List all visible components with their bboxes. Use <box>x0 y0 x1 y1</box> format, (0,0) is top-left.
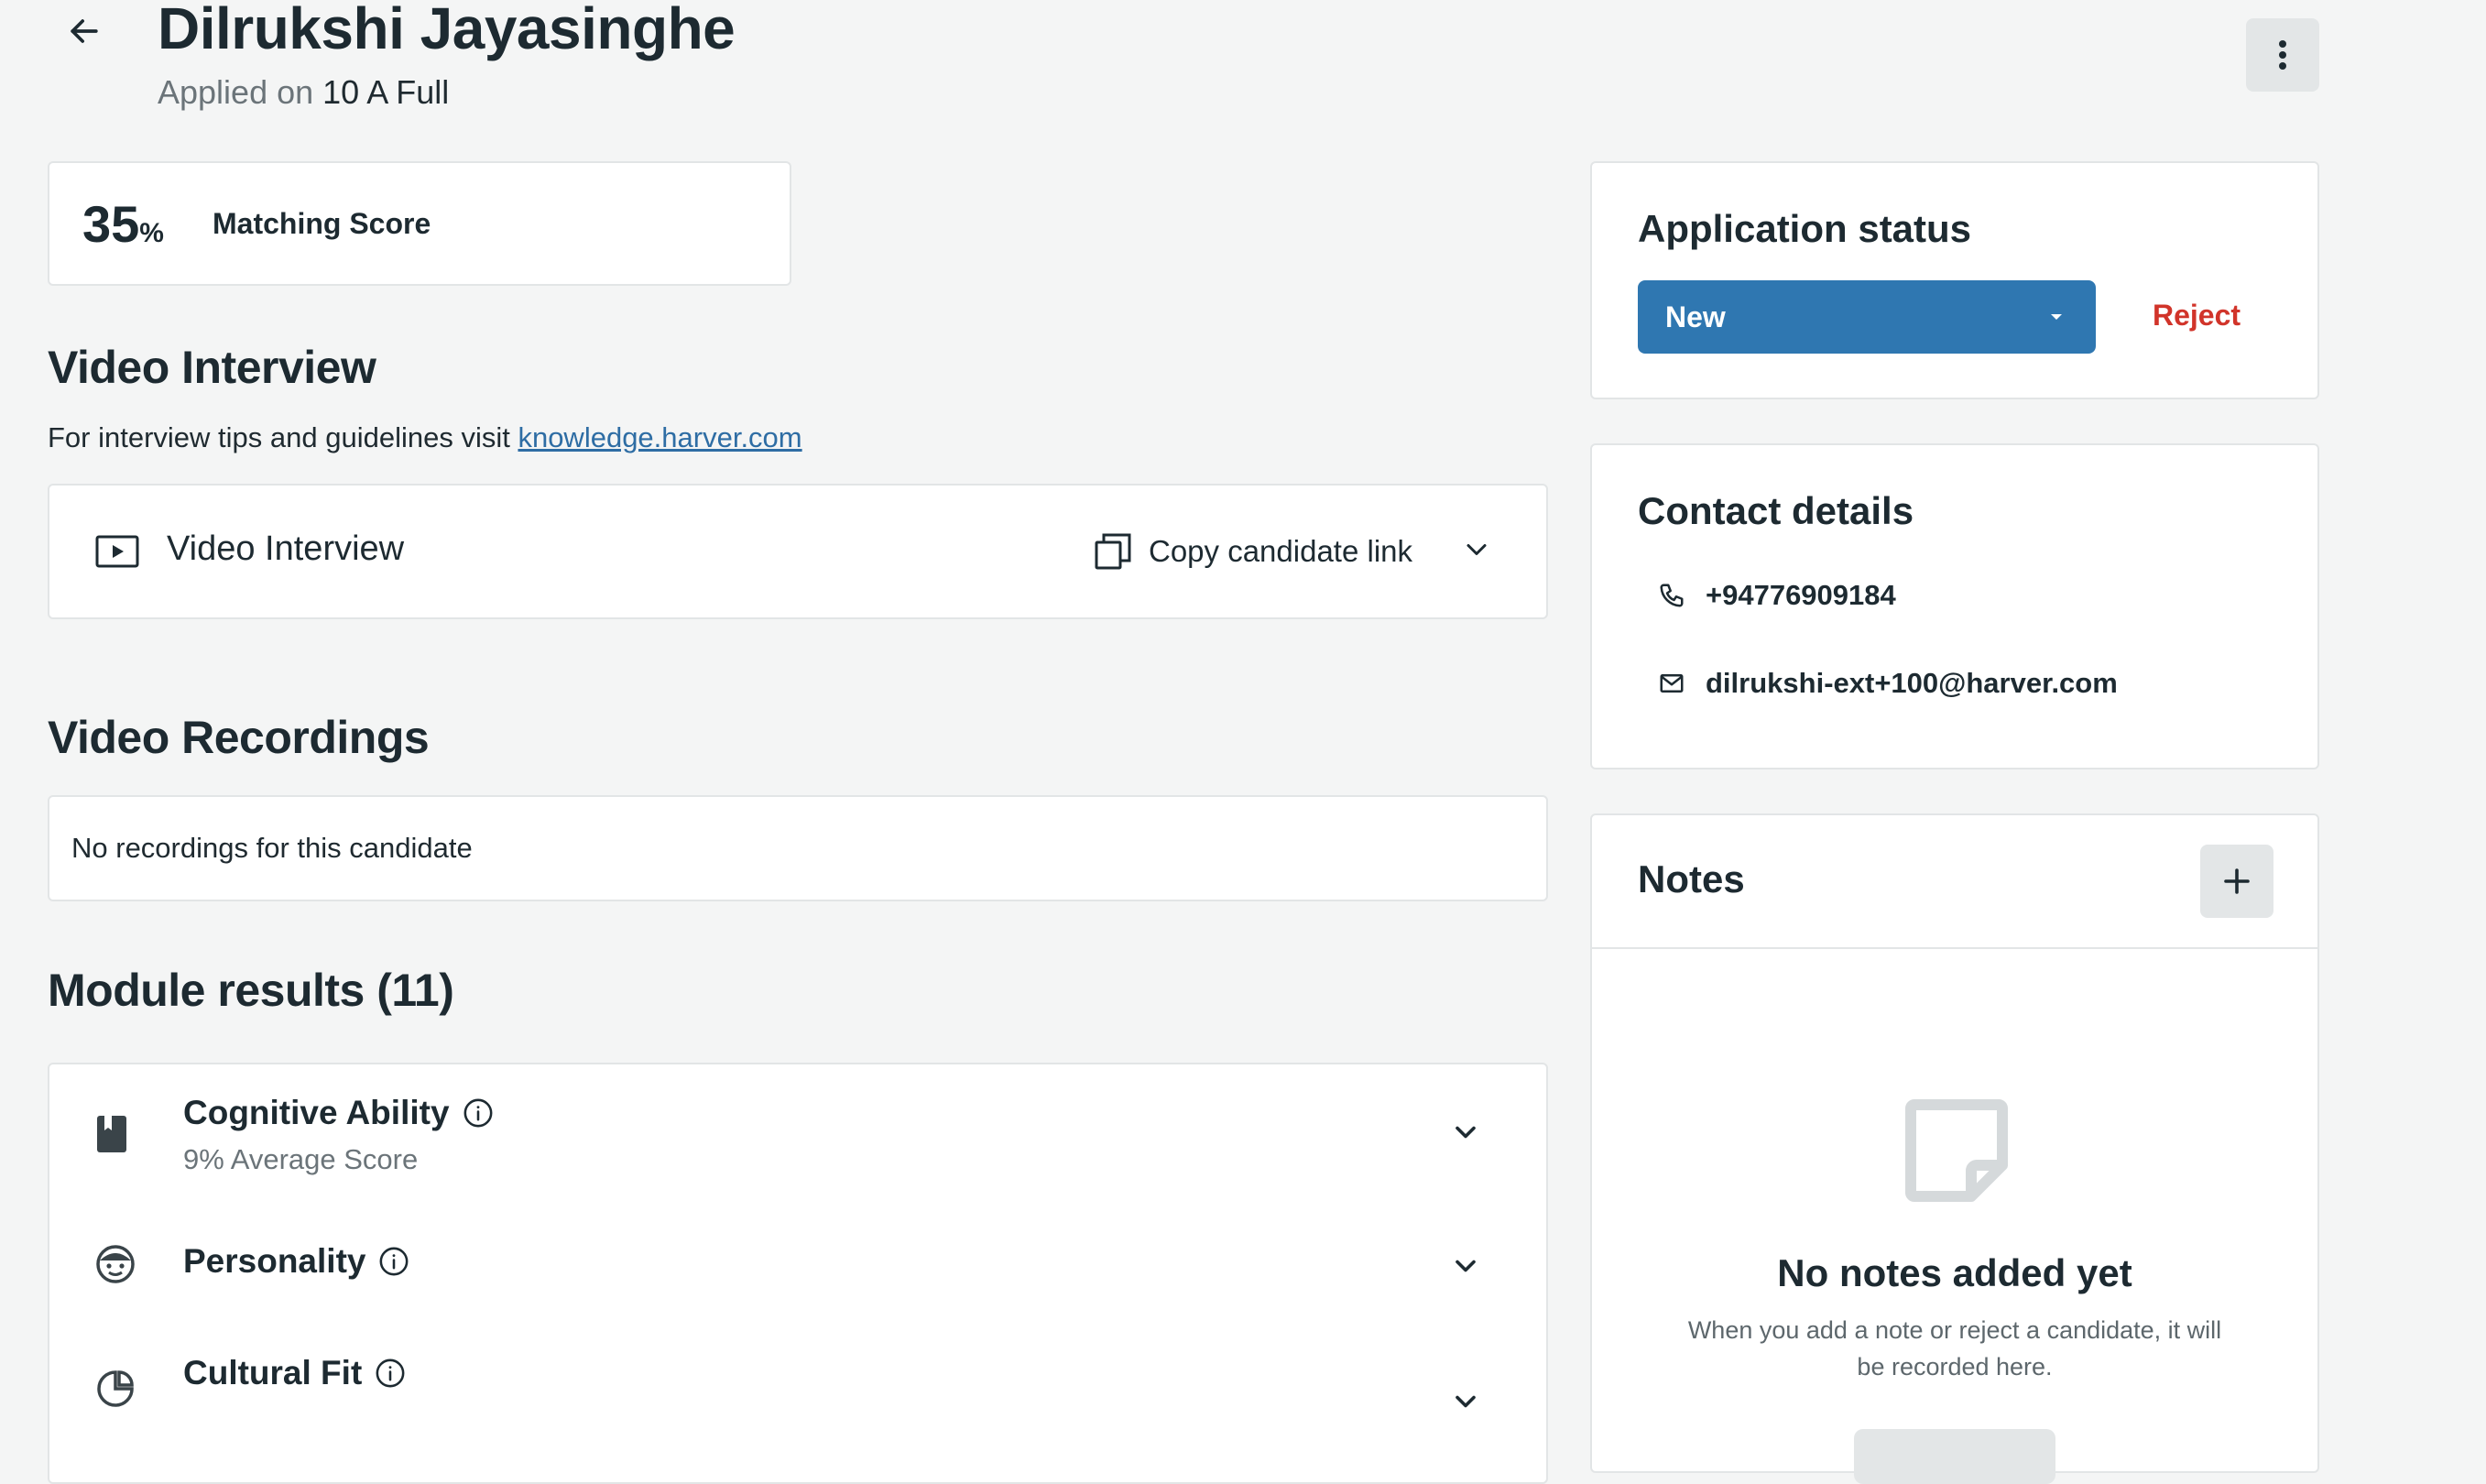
book-icon <box>95 1114 128 1154</box>
reject-button[interactable]: Reject <box>2153 299 2241 333</box>
add-note-button[interactable] <box>2200 845 2273 918</box>
status-dropdown[interactable]: New <box>1638 280 2096 354</box>
module-name-label: Personality <box>183 1242 366 1280</box>
copy-candidate-link-button[interactable]: Copy candidate link <box>1094 522 1412 581</box>
contact-details-card: Contact details +94776909184 dilrukshi-e… <box>1590 443 2319 769</box>
plus-icon <box>2220 865 2253 898</box>
module-row-cognitive-ability[interactable]: Cognitive Ability 9% Average Score <box>49 1064 1546 1202</box>
matching-score-card: 35% Matching Score <box>48 161 791 286</box>
video-interview-label: Video Interview <box>167 529 405 568</box>
kebab-menu-icon <box>2277 38 2288 71</box>
candidate-name: Dilrukshi Jayasinghe <box>158 0 736 61</box>
notes-title: Notes <box>1638 857 1745 900</box>
contact-details-title: Contact details <box>1638 489 1914 532</box>
score-number: 35 <box>82 195 140 253</box>
email-address: dilrukshi-ext+100@harver.com <box>1706 667 2118 699</box>
knowledge-base-link[interactable]: knowledge.harver.com <box>518 421 801 453</box>
module-results-heading: Module results (11) <box>48 965 454 1016</box>
module-name-label: Cognitive Ability <box>183 1094 450 1131</box>
video-interview-heading: Video Interview <box>48 342 376 393</box>
score-unit: % <box>139 218 164 248</box>
interview-tips-text: For interview tips and guidelines visit … <box>48 421 802 454</box>
module-results-card: Cognitive Ability 9% Average Score Perso… <box>48 1063 1548 1484</box>
play-video-icon <box>95 533 139 570</box>
tips-text: For interview tips and guidelines visit <box>48 421 518 453</box>
info-icon[interactable] <box>463 1097 494 1129</box>
application-status-title: Application status <box>1638 207 1972 250</box>
matching-score-label: Matching Score <box>213 207 431 240</box>
back-arrow-icon[interactable] <box>60 7 108 55</box>
matching-score-value: 35% <box>82 194 164 254</box>
chevron-down-icon[interactable] <box>1449 1249 1482 1282</box>
no-notes-title: No notes added yet <box>1777 1251 2132 1294</box>
more-options-button[interactable] <box>2246 18 2319 92</box>
module-name: Personality <box>183 1242 409 1281</box>
cultural-fit-icon <box>95 1369 136 1409</box>
no-notes-description: When you add a note or reject a candidat… <box>1687 1316 2222 1380</box>
mail-icon <box>1658 670 1685 697</box>
chevron-down-icon[interactable] <box>1460 533 1493 566</box>
applied-on-text: Applied on 10 A Full <box>158 73 449 112</box>
notes-card: Notes No notes added yet When you add a … <box>1590 813 2319 1484</box>
module-subtitle: 9% Average Score <box>183 1143 419 1175</box>
info-icon[interactable] <box>375 1358 406 1389</box>
module-name: Cultural Fit <box>183 1354 406 1392</box>
module-name-label: Cultural Fit <box>183 1354 363 1391</box>
no-recordings-text: No recordings for this candidate <box>71 832 473 864</box>
phone-icon <box>1658 582 1685 609</box>
video-recordings-card: No recordings for this candidate <box>48 795 1548 901</box>
chevron-down-icon[interactable] <box>1449 1116 1482 1149</box>
application-status-card: Application status New Reject <box>1590 161 2319 399</box>
smiley-face-icon <box>95 1244 136 1284</box>
video-recordings-heading: Video Recordings <box>48 712 430 763</box>
module-row-cultural-fit[interactable]: Cultural Fit <box>49 1330 1546 1468</box>
caret-down-icon <box>2048 311 2065 322</box>
contact-phone[interactable]: +94776909184 <box>1658 579 1896 612</box>
chevron-down-icon[interactable] <box>1449 1385 1482 1418</box>
module-row-personality[interactable]: Personality <box>49 1206 1546 1343</box>
contact-email[interactable]: dilrukshi-ext+100@harver.com <box>1658 667 2118 700</box>
copy-icon <box>1094 532 1132 571</box>
info-icon[interactable] <box>378 1246 409 1277</box>
empty-note-icon <box>1905 1099 2008 1202</box>
notes-action-button[interactable] <box>1854 1429 2055 1484</box>
phone-number: +94776909184 <box>1706 579 1896 611</box>
copy-candidate-link-label: Copy candidate link <box>1149 534 1413 568</box>
module-name: Cognitive Ability <box>183 1094 494 1132</box>
applied-prefix: Applied on <box>158 73 314 111</box>
job-name: 10 A Full <box>322 73 450 111</box>
status-selected-value: New <box>1665 300 1726 333</box>
notes-header: Notes <box>1592 815 2317 949</box>
video-interview-card[interactable]: Video Interview Copy candidate link <box>48 484 1548 619</box>
